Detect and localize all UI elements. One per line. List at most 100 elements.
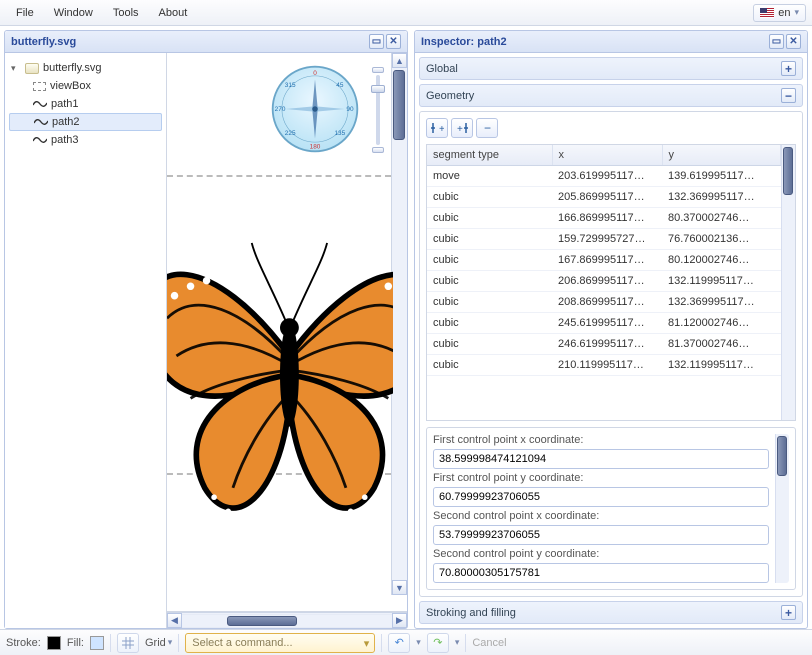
command-placeholder: Select a command... — [192, 637, 292, 649]
status-bar: Stroke: Fill: Grid ▾ Select a command...… — [0, 629, 812, 655]
scroll-down-icon[interactable]: ▼ — [392, 580, 407, 595]
chevron-down-icon: ▾ — [168, 637, 173, 648]
table-row[interactable]: move203.619995117…139.619995117… — [427, 166, 781, 187]
table-cell: 210.119995117… — [552, 355, 662, 376]
table-cell: cubic — [427, 250, 552, 271]
close-button[interactable]: ✕ — [386, 34, 401, 49]
language-selector[interactable]: en ▾ — [753, 4, 806, 22]
table-row[interactable]: cubic210.119995117…132.119995117… — [427, 355, 781, 376]
tree-item-path1[interactable]: path1 — [9, 95, 162, 113]
table-row[interactable]: cubic206.869995117…132.119995117… — [427, 271, 781, 292]
scroll-right-icon[interactable]: ▶ — [392, 613, 407, 628]
minimize-button[interactable]: ▭ — [769, 34, 784, 49]
table-cell: 203.619995117… — [552, 166, 662, 187]
scroll-up-icon[interactable]: ▲ — [392, 53, 407, 68]
expand-icon[interactable]: + — [781, 605, 796, 620]
vscroll-thumb[interactable] — [393, 70, 405, 140]
col-segment-type[interactable]: segment type — [427, 145, 552, 166]
document-panel: butterfly.svg ▭ ✕ ▾ butterfly.svg viewBo… — [4, 30, 408, 629]
table-cell: 205.869995117… — [552, 187, 662, 208]
controls-scroll-thumb[interactable] — [777, 436, 787, 476]
menu-file[interactable]: File — [6, 4, 44, 22]
tree-item-path2[interactable]: path2 — [9, 113, 162, 131]
redo-button[interactable]: ↷ — [427, 633, 449, 653]
chevron-down-icon[interactable]: ▾ — [455, 637, 460, 648]
col-x[interactable]: x — [552, 145, 662, 166]
tree-item-viewbox[interactable]: viewBox — [9, 77, 162, 95]
table-row[interactable]: cubic246.619995117…81.370002746… — [427, 334, 781, 355]
butterfly-image — [167, 53, 393, 593]
canvas-area: ▲ ▼ — [167, 53, 407, 628]
path-icon — [33, 99, 47, 109]
minimize-button[interactable]: ▭ — [369, 34, 384, 49]
table-cell: 245.619995117… — [552, 313, 662, 334]
segments-table: segment type x y move203.619995117…139.6… — [426, 144, 796, 421]
tree-root[interactable]: ▾ butterfly.svg — [9, 59, 162, 77]
tree-item-label: path1 — [51, 98, 79, 110]
table-scroll-thumb[interactable] — [783, 147, 793, 195]
cp2y-input[interactable] — [433, 563, 769, 583]
undo-button[interactable]: ↶ — [388, 633, 410, 653]
cp2x-input[interactable] — [433, 525, 769, 545]
insert-after-button[interactable]: + — [451, 118, 473, 138]
menu-window[interactable]: Window — [44, 4, 103, 22]
table-cell: cubic — [427, 187, 552, 208]
chevron-down-icon[interactable]: ▾ — [416, 637, 421, 648]
insert-before-button[interactable]: + — [426, 118, 448, 138]
svg-text:+: + — [439, 124, 444, 134]
fill-swatch[interactable] — [90, 636, 104, 650]
geometry-content: + + − segment type x — [419, 111, 803, 597]
stroke-swatch[interactable] — [47, 636, 61, 650]
table-row[interactable]: cubic245.619995117…81.120002746… — [427, 313, 781, 334]
col-y[interactable]: y — [662, 145, 781, 166]
section-label: Stroking and filling — [426, 607, 781, 619]
expand-icon[interactable]: + — [781, 61, 796, 76]
table-row[interactable]: cubic159.729995727…76.760002136… — [427, 229, 781, 250]
horizontal-scrollbar[interactable]: ◀ ▶ — [167, 612, 407, 628]
table-cell: 80.120002746… — [662, 250, 781, 271]
viewbox-icon — [33, 82, 46, 91]
flag-us-icon — [760, 8, 774, 18]
table-cell: 139.619995117… — [662, 166, 781, 187]
grid-icon[interactable] — [117, 633, 139, 653]
table-scrollbar[interactable] — [781, 145, 795, 420]
table-cell: 80.370002746… — [662, 208, 781, 229]
scroll-left-icon[interactable]: ◀ — [167, 613, 182, 628]
tree-item-path3[interactable]: path3 — [9, 131, 162, 149]
grid-dropdown[interactable]: Grid ▾ — [145, 637, 172, 649]
table-row[interactable]: cubic205.869995117…132.369995117… — [427, 187, 781, 208]
table-cell: move — [427, 166, 552, 187]
cp1y-input[interactable] — [433, 487, 769, 507]
controls-scrollbar[interactable] — [775, 434, 789, 583]
cp1x-label: First control point x coordinate: — [433, 434, 769, 446]
collapse-icon[interactable]: − — [781, 88, 796, 103]
hscroll-thumb[interactable] — [227, 616, 297, 626]
tree-item-label: viewBox — [50, 80, 91, 92]
table-cell: 132.119995117… — [662, 271, 781, 292]
menu-tools[interactable]: Tools — [103, 4, 149, 22]
delete-segment-button[interactable]: − — [476, 118, 498, 138]
expand-icon: ▾ — [11, 63, 21, 74]
inspector-panel-header: Inspector: path2 ▭ ✕ — [415, 31, 807, 53]
cp1x-input[interactable] — [433, 449, 769, 469]
table-cell: 132.369995117… — [662, 292, 781, 313]
section-stroking[interactable]: Stroking and filling + — [419, 601, 803, 624]
close-button[interactable]: ✕ — [786, 34, 801, 49]
table-row[interactable]: cubic208.869995117…132.369995117… — [427, 292, 781, 313]
command-combo[interactable]: Select a command... — [185, 633, 375, 653]
vertical-scrollbar[interactable]: ▲ ▼ — [391, 53, 407, 595]
cancel-button[interactable]: Cancel — [472, 637, 506, 649]
section-global[interactable]: Global + — [419, 57, 803, 80]
table-cell: cubic — [427, 292, 552, 313]
cp1y-label: First control point y coordinate: — [433, 472, 769, 484]
section-geometry[interactable]: Geometry − — [419, 84, 803, 107]
path-icon — [33, 135, 47, 145]
table-row[interactable]: cubic166.869995117…80.370002746… — [427, 208, 781, 229]
table-cell: 167.869995117… — [552, 250, 662, 271]
table-cell: 208.869995117… — [552, 292, 662, 313]
language-label: en — [778, 7, 790, 19]
table-row[interactable]: cubic167.869995117…80.120002746… — [427, 250, 781, 271]
canvas[interactable]: ▲ ▼ — [167, 53, 407, 612]
menu-about[interactable]: About — [149, 4, 198, 22]
menu-bar: File Window Tools About en ▾ — [0, 0, 812, 26]
